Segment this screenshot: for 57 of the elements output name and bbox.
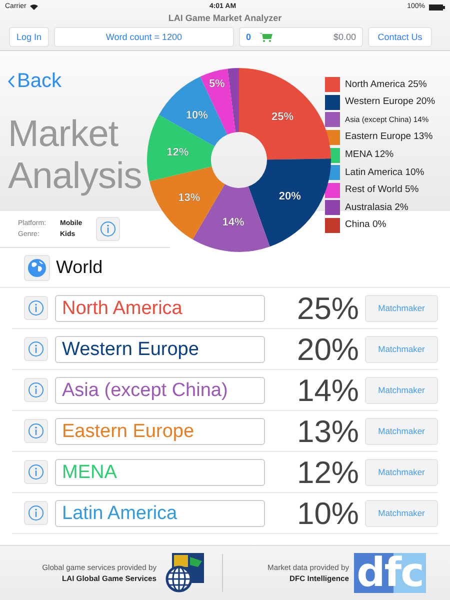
legend-label: Western Europe 20% bbox=[345, 95, 436, 110]
legend-label: Eastern Europe 13% bbox=[345, 130, 433, 144]
region-name-field: MENA bbox=[55, 458, 265, 486]
word-count-button[interactable]: Word count = 1200 bbox=[54, 27, 234, 47]
region-name-field: North America bbox=[55, 294, 265, 322]
page-title: Analysis bbox=[8, 155, 142, 197]
cart-field[interactable]: 0 $0.00 bbox=[239, 27, 363, 47]
slice-label: 25% bbox=[271, 110, 294, 123]
region-percent: 13% bbox=[296, 416, 359, 446]
contact-button[interactable]: Contact Us bbox=[368, 27, 432, 47]
region-name-field: Western Europe bbox=[55, 336, 265, 362]
info-button[interactable] bbox=[96, 217, 120, 241]
info-button[interactable] bbox=[24, 419, 48, 443]
matchmaker-button[interactable]: Matchmaker bbox=[365, 458, 438, 486]
info-button[interactable] bbox=[24, 337, 48, 361]
info-button[interactable] bbox=[24, 501, 48, 525]
slice-label: 13% bbox=[178, 192, 200, 204]
region-percent: 10% bbox=[296, 498, 359, 528]
region-percent: 14% bbox=[296, 374, 359, 406]
legend-label: Australasia 2% bbox=[345, 200, 408, 215]
legend-label: Latin America 10% bbox=[345, 166, 424, 180]
info-button[interactable] bbox=[24, 378, 48, 402]
slice-label: 5% bbox=[208, 78, 225, 90]
wifi-icon bbox=[30, 4, 38, 10]
legend-label: Rest of World 5% bbox=[345, 183, 419, 198]
cart-icon bbox=[259, 32, 274, 42]
region-name-field: Eastern Europe bbox=[55, 418, 265, 444]
matchmaker-button[interactable]: Matchmaker bbox=[365, 376, 438, 404]
app-title: LAI Game Market Analyzer bbox=[167, 12, 283, 24]
region-name-field: Asia (except China) bbox=[55, 376, 265, 404]
legend-label: North America 25% bbox=[345, 78, 427, 92]
info-button[interactable] bbox=[24, 460, 48, 484]
cart-total: $0.00 bbox=[333, 31, 356, 44]
matchmaker-button[interactable]: Matchmaker bbox=[365, 500, 438, 526]
slice-label: 20% bbox=[278, 190, 301, 202]
page-title: Market bbox=[8, 113, 120, 155]
legend-label: MENA 12% bbox=[345, 148, 394, 162]
slice-label: 12% bbox=[166, 146, 189, 158]
legend-label: China 0% bbox=[345, 218, 386, 232]
battery-icon bbox=[428, 4, 445, 10]
region-percent: 12% bbox=[296, 456, 359, 488]
matchmaker-button[interactable]: Matchmaker bbox=[365, 418, 438, 444]
region-heading: World bbox=[56, 256, 103, 279]
globe-button[interactable] bbox=[24, 254, 50, 280]
login-button[interactable]: Log In bbox=[9, 27, 49, 47]
cart-count: 0 bbox=[246, 31, 252, 44]
chevron-icon bbox=[8, 74, 15, 88]
slice-label: 10% bbox=[186, 110, 208, 122]
back-link[interactable]: Back bbox=[8, 71, 62, 91]
region-percent: 20% bbox=[296, 334, 359, 364]
matchmaker-button[interactable]: Matchmaker bbox=[365, 294, 438, 322]
info-button[interactable] bbox=[24, 296, 48, 320]
company-logo: dfc bbox=[354, 553, 426, 593]
region-name-field: Latin America bbox=[55, 500, 265, 526]
matchmaker-button[interactable]: Matchmaker bbox=[365, 336, 438, 362]
slice-label: 14% bbox=[222, 216, 244, 229]
region-percent: 25% bbox=[296, 292, 359, 324]
